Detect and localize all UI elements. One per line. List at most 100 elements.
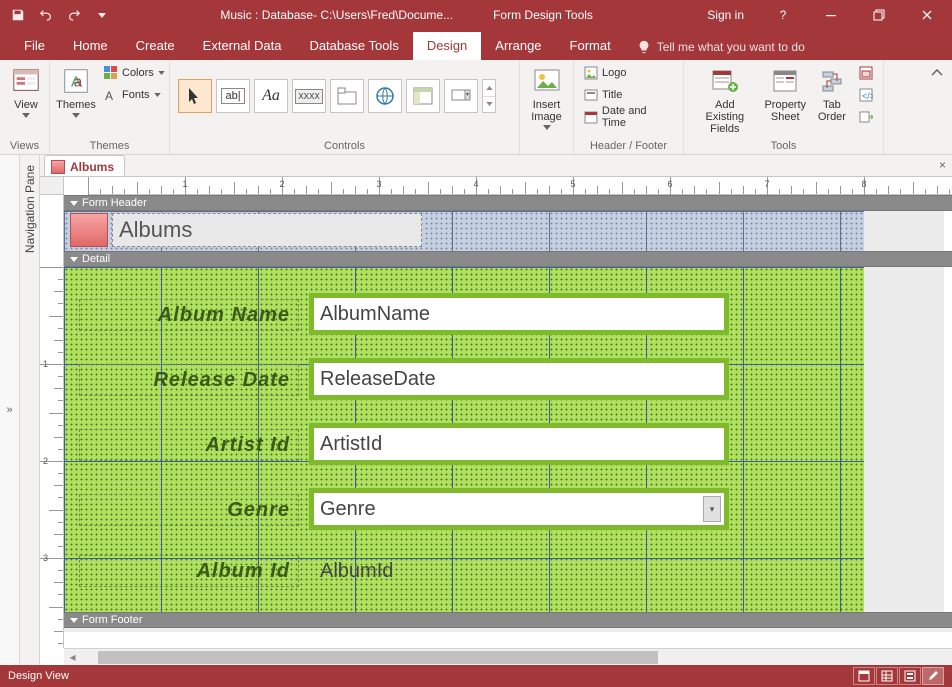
group-header-footer: Logo Title Date and Time Header / Footer	[574, 60, 684, 154]
add-fields-icon	[709, 65, 741, 97]
label-release-date[interactable]: Release Date	[79, 364, 299, 396]
combobox-genre[interactable]: Genre ▾	[309, 488, 729, 530]
textbox-tool-icon[interactable]: ab|	[216, 79, 250, 113]
title-icon	[584, 88, 598, 102]
property-sheet-button[interactable]: Property Sheet	[760, 63, 811, 125]
tab-home[interactable]: Home	[59, 32, 122, 60]
collapse-ribbon-icon[interactable]	[928, 64, 946, 82]
logo-label: Logo	[602, 67, 626, 79]
sign-in-link[interactable]: Sign in	[693, 8, 758, 22]
themes-label: Themes	[56, 99, 96, 111]
save-icon[interactable]	[6, 3, 30, 27]
label-artist-id[interactable]: Artist Id	[79, 429, 299, 461]
datasheet-view-icon[interactable]	[876, 667, 898, 685]
textbox-album-name[interactable]: AlbumName	[309, 293, 729, 335]
tab-file[interactable]: File	[10, 32, 59, 60]
navigation-pane-collapsed[interactable]: Navigation Pane	[20, 155, 40, 665]
horizontal-scrollbar[interactable]: ◂	[64, 648, 952, 665]
design-view-icon[interactable]	[922, 667, 944, 685]
tab-external[interactable]: External Data	[189, 32, 296, 60]
hyperlink-tool-icon[interactable]	[368, 79, 402, 113]
redo-icon[interactable]	[62, 3, 86, 27]
qat-customize-icon[interactable]	[90, 3, 114, 27]
view-button[interactable]: View	[6, 63, 46, 120]
convert-macros-button[interactable]	[855, 107, 877, 127]
status-mode-label: Design View	[8, 670, 69, 682]
select-tool-icon[interactable]	[178, 79, 212, 113]
label-genre[interactable]: Genre	[79, 494, 299, 526]
form-footer-section[interactable]	[64, 628, 952, 632]
logo-button[interactable]: Logo	[580, 63, 677, 83]
fonts-button[interactable]: A Fonts	[100, 85, 169, 105]
object-tabs: Albums ×	[40, 155, 952, 177]
svg-text:</>: </>	[862, 91, 873, 101]
label-tool-icon[interactable]: Aa	[254, 79, 288, 113]
button-tool-icon[interactable]: XXXX	[292, 79, 326, 113]
add-existing-fields-button[interactable]: Add Existing Fields	[690, 63, 760, 137]
form-title-control[interactable]: Albums	[112, 213, 422, 247]
svg-text:A: A	[105, 89, 113, 102]
code-button[interactable]: </>	[855, 85, 877, 105]
navigation-tool-icon[interactable]	[406, 79, 440, 113]
colors-button[interactable]: Colors	[100, 63, 169, 83]
form-design-surface[interactable]: Form Header Albums Detail Album Name	[64, 195, 952, 632]
vertical-ruler[interactable]: 123	[40, 195, 64, 648]
tab-dbtools[interactable]: Database Tools	[295, 32, 412, 60]
help-icon[interactable]: ?	[760, 0, 806, 30]
insert-image-button[interactable]: Insert Image	[526, 63, 567, 132]
svg-text:a: a	[74, 74, 83, 91]
section-expand-icon	[70, 618, 78, 623]
label-album-id[interactable]: Album Id	[79, 555, 299, 587]
add-fields-label: Add Existing Fields	[696, 99, 754, 135]
section-bar-detail[interactable]: Detail	[64, 251, 952, 267]
section-bar-form-header[interactable]: Form Header	[64, 195, 952, 211]
tab-control-tool-icon[interactable]	[330, 79, 364, 113]
date-time-button[interactable]: Date and Time	[580, 107, 677, 127]
title-button[interactable]: Title	[580, 85, 677, 105]
form-header-section[interactable]: Albums	[64, 211, 864, 251]
tab-format[interactable]: Format	[556, 32, 625, 60]
title-bar: Music : Database- C:\Users\Fred\Docume..…	[0, 0, 952, 30]
themes-button[interactable]: Aa Themes	[56, 63, 96, 120]
combobox-dropdown-icon[interactable]: ▾	[703, 496, 721, 522]
tab-design[interactable]: Design	[413, 32, 481, 60]
controls-gallery-more[interactable]	[482, 79, 496, 113]
label-album-name[interactable]: Album Name	[79, 299, 299, 331]
design-surface-scroll[interactable]: 123 Form Header Albums Detail	[40, 195, 952, 648]
section-bar-form-footer[interactable]: Form Footer	[64, 612, 952, 628]
date-time-label: Date and Time	[602, 105, 673, 129]
quick-access-toolbar	[0, 3, 120, 27]
scrollbar-thumb[interactable]	[98, 651, 658, 664]
tab-create[interactable]: Create	[122, 32, 189, 60]
ribbon: View Views Aa Themes Colors	[0, 60, 952, 155]
minimize-button[interactable]	[808, 0, 854, 30]
ruler-corner[interactable]	[40, 177, 64, 195]
layout-view-icon[interactable]	[899, 667, 921, 685]
textbox-release-date[interactable]: ReleaseDate	[309, 358, 729, 400]
group-tools-label: Tools	[690, 140, 877, 154]
tab-order-button[interactable]: Tab Order	[811, 63, 853, 125]
tab-arrange[interactable]: Arrange	[481, 32, 555, 60]
shutter-bar[interactable]: »	[0, 155, 20, 665]
form-view-icon[interactable]	[853, 667, 875, 685]
context-tab-title: Form Design Tools	[493, 8, 593, 22]
group-headerfooter-label: Header / Footer	[580, 140, 677, 154]
subform-button[interactable]	[855, 63, 877, 83]
combobox-tool-icon[interactable]	[444, 79, 478, 113]
object-tab-albums[interactable]: Albums	[44, 155, 125, 176]
colors-label: Colors	[122, 67, 154, 79]
undo-icon[interactable]	[34, 3, 58, 27]
object-tab-close-icon[interactable]: ×	[939, 158, 946, 172]
textbox-album-id[interactable]: AlbumId	[314, 555, 724, 587]
textbox-artist-id[interactable]: ArtistId	[309, 423, 729, 465]
form-logo-control[interactable]	[70, 213, 108, 247]
status-bar: Design View	[0, 665, 952, 687]
detail-section[interactable]: Album Name AlbumName Release Date Releas…	[64, 267, 864, 612]
shutter-expand-icon[interactable]: »	[3, 390, 17, 430]
horizontal-ruler[interactable]: 123456789	[88, 177, 952, 195]
close-button[interactable]	[904, 0, 950, 30]
title-label: Title	[602, 89, 622, 101]
restore-button[interactable]	[856, 0, 902, 30]
tell-me-search[interactable]: Tell me what you want to do	[625, 34, 952, 60]
insert-image-icon	[531, 65, 563, 97]
